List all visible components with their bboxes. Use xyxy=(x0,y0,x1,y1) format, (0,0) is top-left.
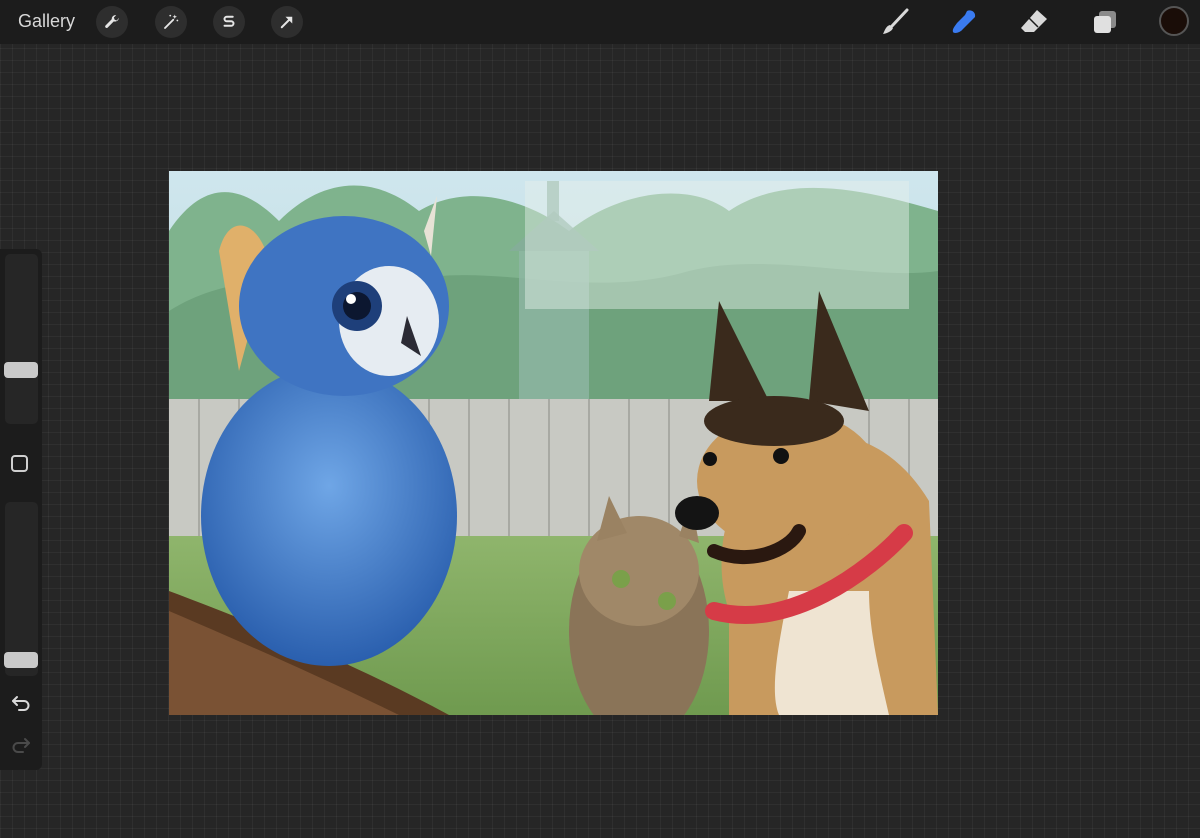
drawing-canvas[interactable] xyxy=(169,171,938,715)
layers-button[interactable] xyxy=(1089,6,1121,38)
eraser-icon xyxy=(1021,10,1047,32)
adjustments-wand-button[interactable] xyxy=(155,6,187,38)
selection-s-icon xyxy=(223,15,235,27)
top-toolbar: Gallery xyxy=(0,0,1200,44)
brush-tool-button[interactable] xyxy=(879,6,911,38)
smudge-tool-button[interactable] xyxy=(948,6,980,38)
brush-size-slider[interactable] xyxy=(4,254,38,424)
brush-size-handle[interactable] xyxy=(4,362,38,378)
eraser-tool-button[interactable] xyxy=(1018,6,1050,38)
gallery-button[interactable]: Gallery xyxy=(18,11,75,32)
brush-icon xyxy=(883,8,909,34)
wrench-icon xyxy=(105,15,119,28)
undo-icon[interactable] xyxy=(10,693,32,713)
selection-button[interactable] xyxy=(213,6,245,38)
opacity-slider[interactable] xyxy=(4,502,38,676)
layers-icon xyxy=(1094,11,1116,33)
redo-icon[interactable] xyxy=(10,735,32,755)
magic-wand-icon xyxy=(164,14,179,29)
modify-square-icon[interactable] xyxy=(11,455,28,472)
opacity-handle[interactable] xyxy=(4,652,38,668)
left-sidebar xyxy=(0,249,42,770)
actions-wrench-button[interactable] xyxy=(96,6,128,38)
transform-arrow-icon xyxy=(280,16,293,29)
color-picker-button[interactable] xyxy=(1159,6,1189,36)
transform-button[interactable] xyxy=(271,6,303,38)
artwork-image xyxy=(169,171,938,715)
smudge-icon xyxy=(952,10,976,33)
